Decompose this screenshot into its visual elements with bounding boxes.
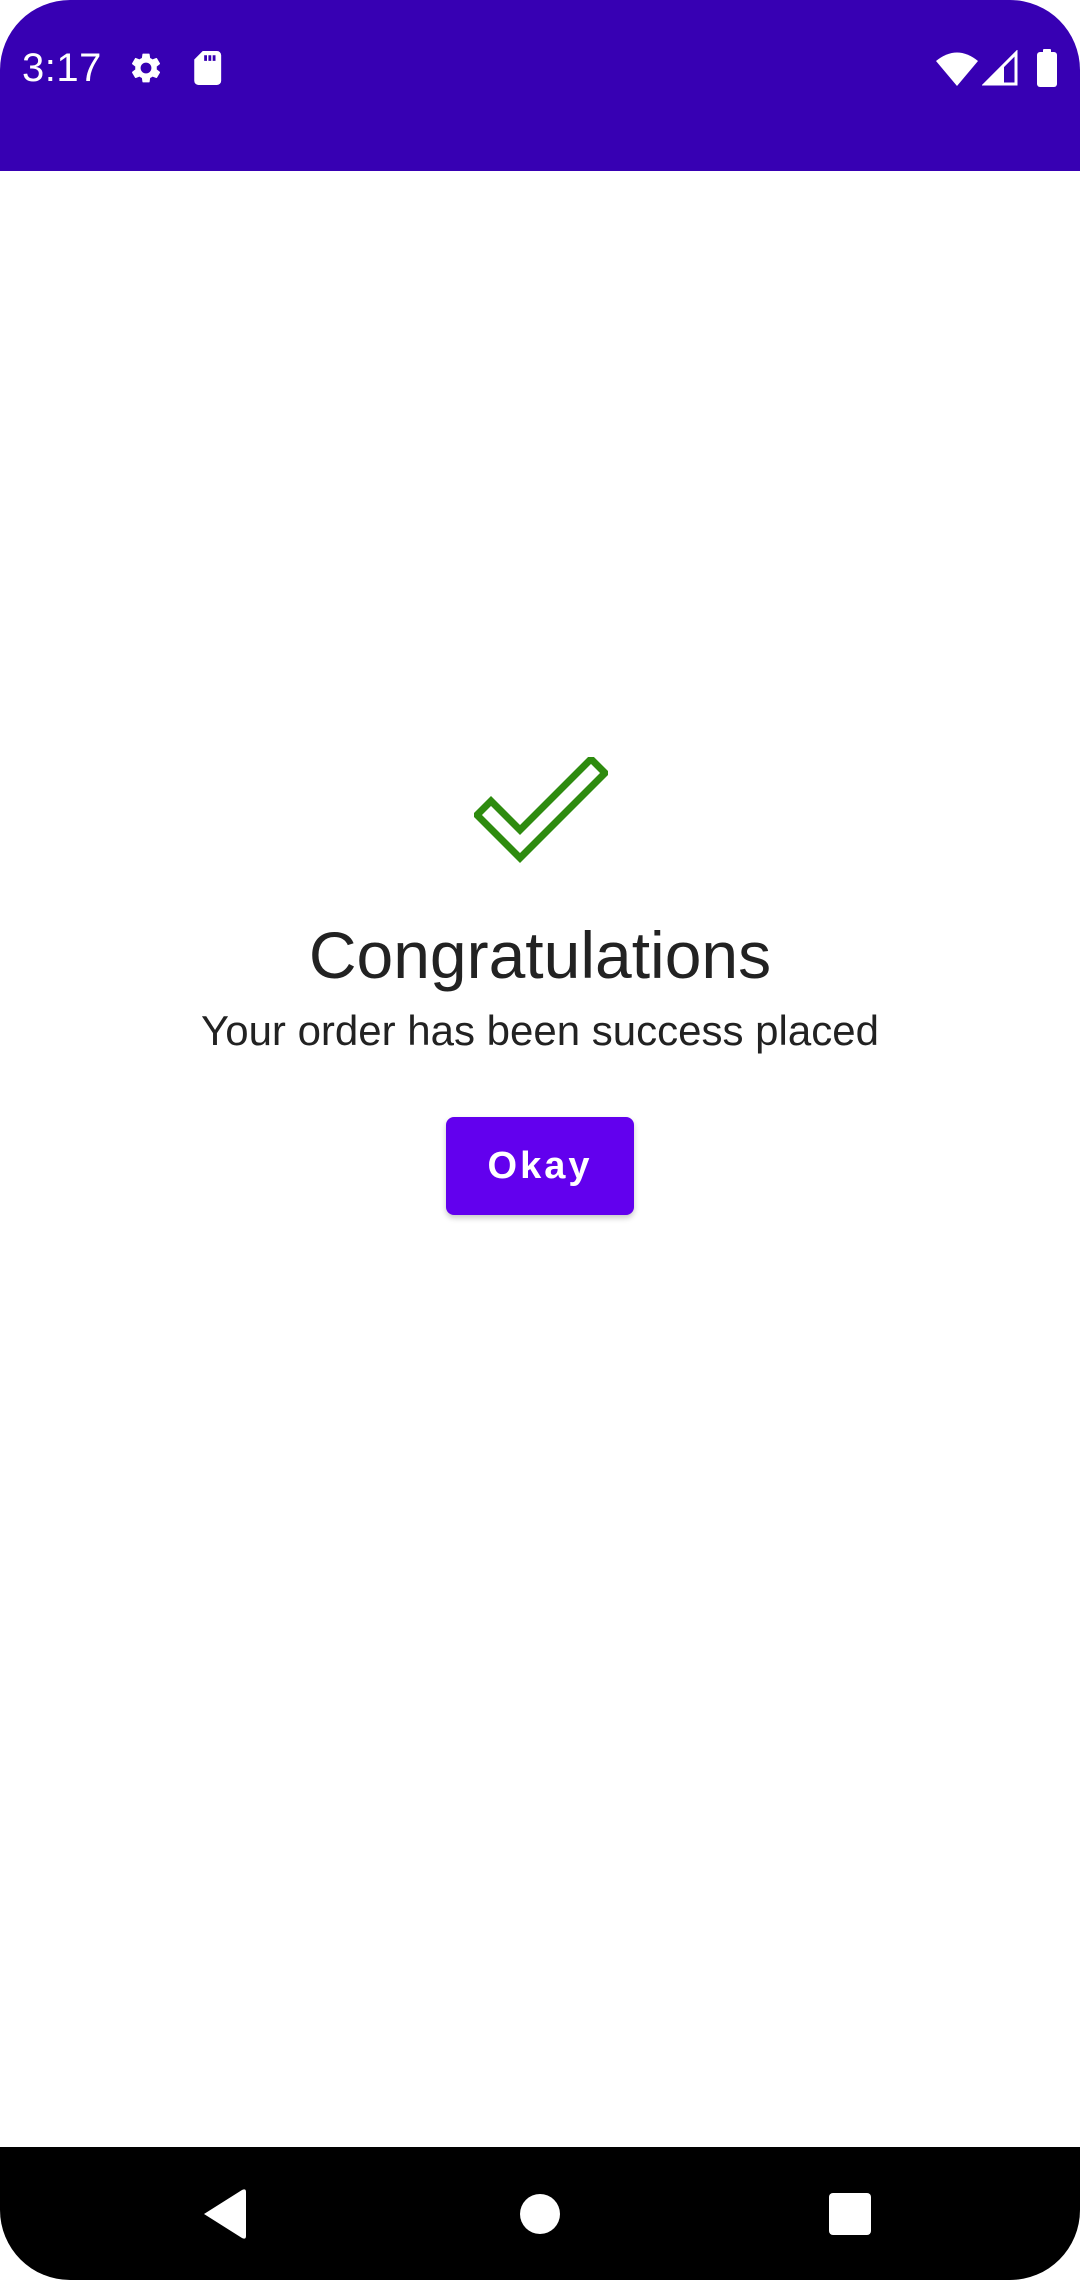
- back-icon[interactable]: [200, 2187, 250, 2241]
- order-placed-message: Your order has been success placed: [201, 1007, 879, 1054]
- cell-signal-icon: [982, 50, 1018, 86]
- navigation-bar: [0, 2147, 1080, 2280]
- status-bar: 3:17: [0, 0, 1080, 171]
- okay-button[interactable]: Okay: [446, 1117, 634, 1215]
- screen: 3:17 Congratulations Your order has been…: [0, 0, 1080, 2280]
- status-time: 3:17: [22, 46, 102, 90]
- congratulations-title: Congratulations: [308, 918, 772, 992]
- home-icon[interactable]: [518, 2192, 562, 2236]
- battery-icon: [1037, 49, 1057, 87]
- recents-icon[interactable]: [828, 2193, 872, 2235]
- sd-card-icon: [194, 51, 222, 85]
- wifi-icon: [936, 52, 978, 86]
- settings-icon: [132, 53, 161, 83]
- check-icon: [474, 757, 608, 863]
